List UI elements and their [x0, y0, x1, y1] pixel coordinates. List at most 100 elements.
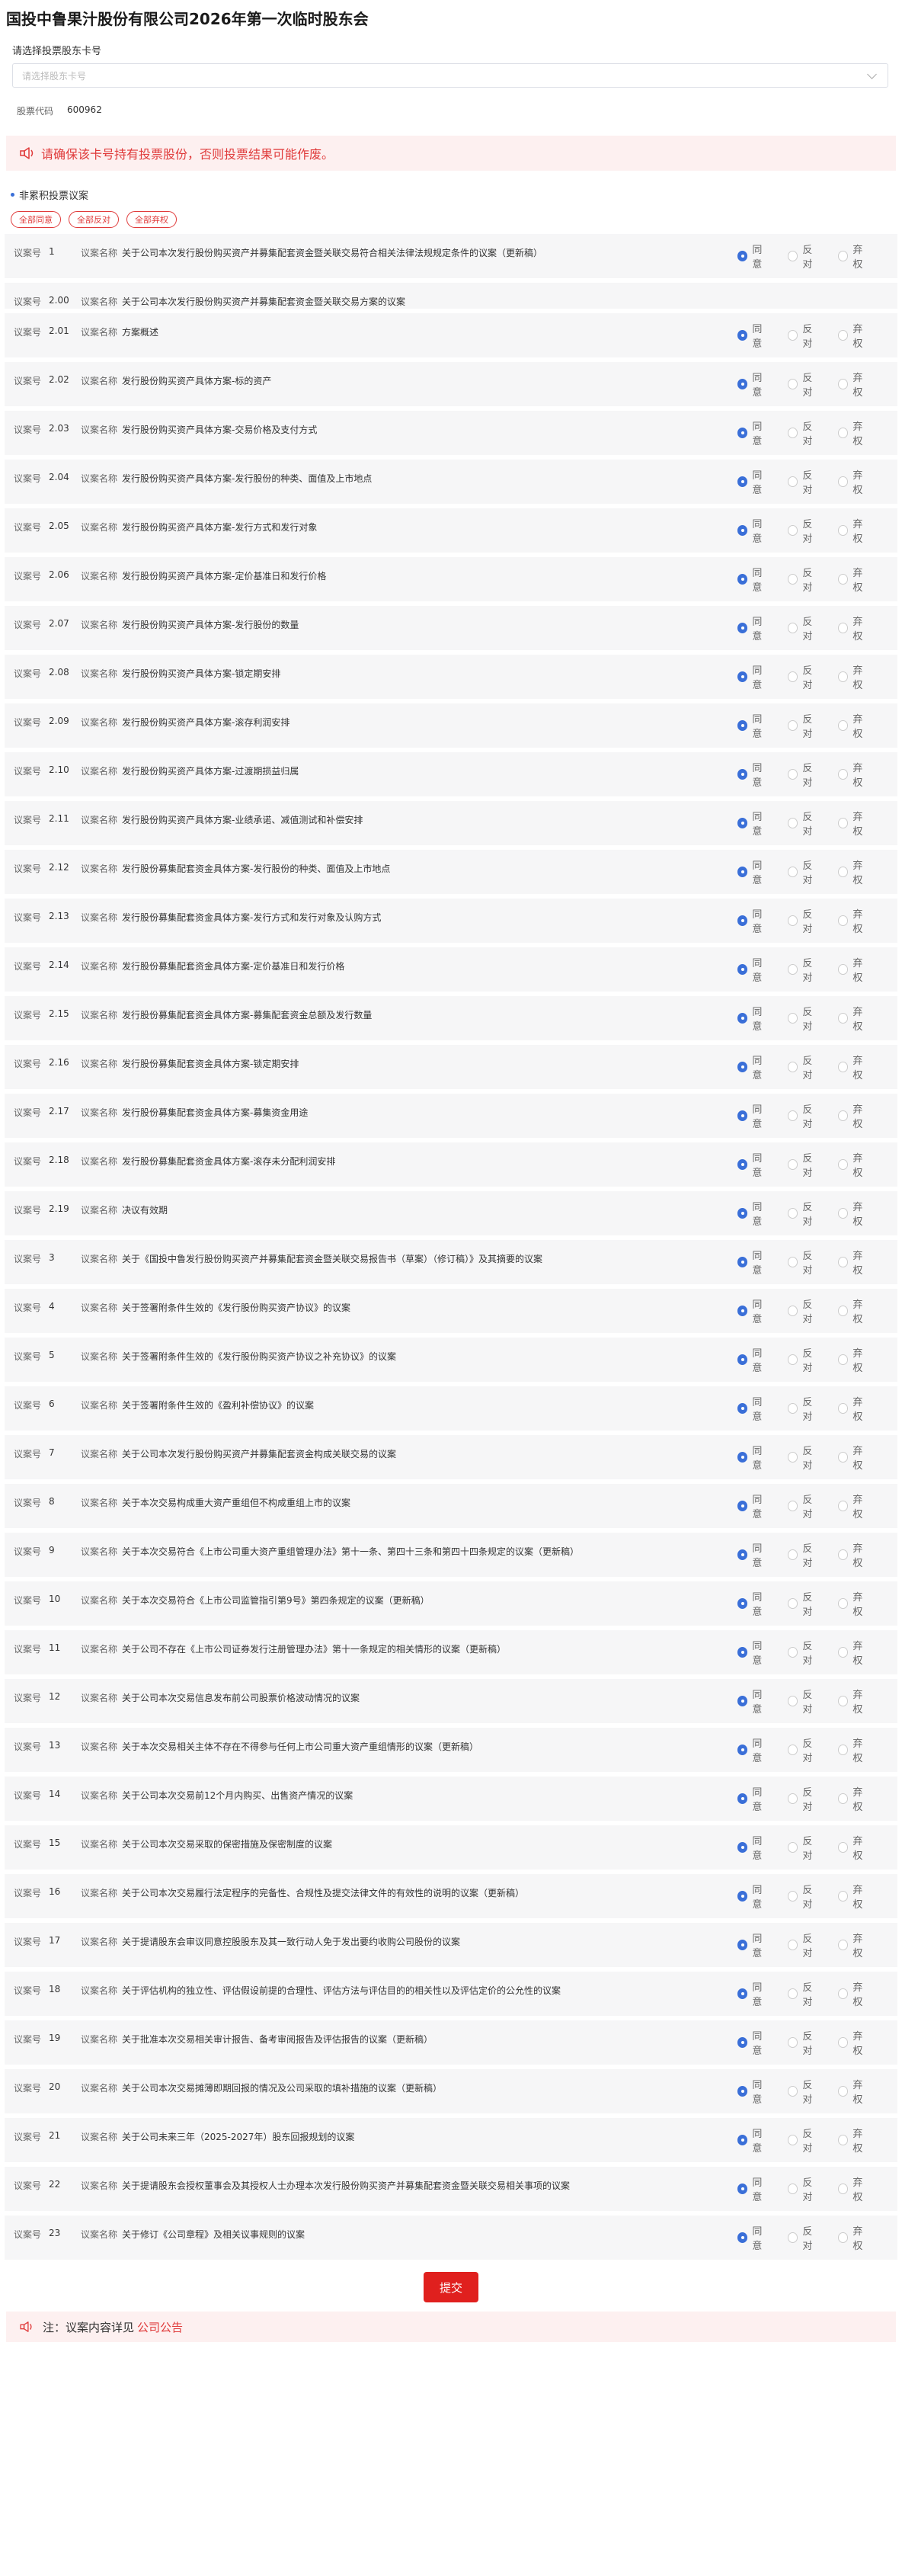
abstain-all-button[interactable]: 全部弃权	[126, 211, 177, 228]
vote-option-oppose[interactable]: 反对	[788, 662, 821, 691]
vote-option-agree[interactable]: 同意	[737, 1784, 771, 1813]
radio-abstain[interactable]	[838, 818, 849, 828]
vote-option-oppose[interactable]: 反对	[788, 2077, 821, 2106]
vote-option-oppose[interactable]: 反对	[788, 906, 821, 935]
vote-option-oppose[interactable]: 反对	[788, 516, 821, 545]
vote-option-agree[interactable]: 同意	[737, 711, 771, 740]
vote-option-abstain[interactable]: 弃权	[838, 2028, 872, 2057]
vote-option-agree[interactable]: 同意	[737, 662, 771, 691]
vote-option-agree[interactable]: 同意	[737, 2174, 771, 2203]
vote-option-oppose[interactable]: 反对	[788, 1053, 821, 1081]
radio-agree[interactable]	[737, 1696, 748, 1706]
radio-oppose[interactable]	[788, 867, 798, 877]
vote-option-agree[interactable]: 同意	[737, 1638, 771, 1667]
vote-option-oppose[interactable]: 反对	[788, 1101, 821, 1130]
vote-option-agree[interactable]: 同意	[737, 809, 771, 838]
radio-oppose[interactable]	[788, 1598, 798, 1609]
vote-option-abstain[interactable]: 弃权	[838, 2174, 872, 2203]
vote-option-agree[interactable]: 同意	[737, 1150, 771, 1179]
vote-option-agree[interactable]: 同意	[737, 242, 771, 271]
vote-option-agree[interactable]: 同意	[737, 1101, 771, 1130]
vote-option-oppose[interactable]: 反对	[788, 2126, 821, 2155]
vote-option-agree[interactable]: 同意	[737, 1491, 771, 1520]
shareholder-card-select[interactable]: 请选择股东卡号	[12, 63, 888, 88]
vote-option-agree[interactable]: 同意	[737, 760, 771, 789]
radio-oppose[interactable]	[788, 1306, 798, 1316]
radio-agree[interactable]	[737, 964, 748, 975]
radio-agree[interactable]	[737, 769, 748, 780]
vote-option-abstain[interactable]: 弃权	[838, 1491, 872, 1520]
radio-oppose[interactable]	[788, 2232, 798, 2243]
vote-option-oppose[interactable]: 反对	[788, 1784, 821, 1813]
radio-oppose[interactable]	[788, 2037, 798, 2048]
vote-option-oppose[interactable]: 反对	[788, 1394, 821, 1423]
vote-option-oppose[interactable]: 反对	[788, 809, 821, 838]
radio-oppose[interactable]	[788, 915, 798, 926]
radio-abstain[interactable]	[838, 1842, 849, 1853]
vote-option-agree[interactable]: 同意	[737, 516, 771, 545]
vote-option-agree[interactable]: 同意	[737, 1199, 771, 1228]
radio-oppose[interactable]	[788, 1501, 798, 1511]
vote-option-oppose[interactable]: 反对	[788, 2174, 821, 2203]
vote-option-oppose[interactable]: 反对	[788, 1150, 821, 1179]
radio-abstain[interactable]	[838, 428, 849, 438]
vote-option-abstain[interactable]: 弃权	[838, 2223, 872, 2252]
vote-option-abstain[interactable]: 弃权	[838, 418, 872, 447]
vote-option-agree[interactable]: 同意	[737, 1687, 771, 1716]
radio-agree[interactable]	[737, 2232, 748, 2243]
vote-option-agree[interactable]: 同意	[737, 1833, 771, 1862]
vote-option-abstain[interactable]: 弃权	[838, 516, 872, 545]
radio-abstain[interactable]	[838, 1062, 849, 1072]
vote-option-abstain[interactable]: 弃权	[838, 1638, 872, 1667]
vote-option-oppose[interactable]: 反对	[788, 1979, 821, 2008]
radio-oppose[interactable]	[788, 1208, 798, 1219]
vote-option-abstain[interactable]: 弃权	[838, 1882, 872, 1911]
vote-option-oppose[interactable]: 反对	[788, 614, 821, 642]
vote-option-abstain[interactable]: 弃权	[838, 1833, 872, 1862]
vote-option-agree[interactable]: 同意	[737, 1443, 771, 1472]
radio-agree[interactable]	[737, 1354, 748, 1365]
vote-option-agree[interactable]: 同意	[737, 1589, 771, 1618]
radio-oppose[interactable]	[788, 1842, 798, 1853]
radio-agree[interactable]	[737, 671, 748, 682]
radio-abstain[interactable]	[838, 1501, 849, 1511]
radio-agree[interactable]	[737, 1549, 748, 1560]
radio-abstain[interactable]	[838, 1110, 849, 1121]
radio-oppose[interactable]	[788, 623, 798, 633]
vote-option-agree[interactable]: 同意	[737, 1004, 771, 1033]
vote-option-agree[interactable]: 同意	[737, 906, 771, 935]
vote-option-oppose[interactable]: 反对	[788, 1735, 821, 1764]
vote-option-agree[interactable]: 同意	[737, 1248, 771, 1277]
radio-oppose[interactable]	[788, 818, 798, 828]
radio-abstain[interactable]	[838, 574, 849, 585]
vote-option-abstain[interactable]: 弃权	[838, 1296, 872, 1325]
radio-abstain[interactable]	[838, 476, 849, 487]
radio-oppose[interactable]	[788, 574, 798, 585]
vote-option-abstain[interactable]: 弃权	[838, 321, 872, 350]
radio-oppose[interactable]	[788, 1354, 798, 1365]
vote-option-abstain[interactable]: 弃权	[838, 614, 872, 642]
radio-agree[interactable]	[737, 1110, 748, 1121]
radio-agree[interactable]	[737, 818, 748, 828]
vote-option-oppose[interactable]: 反对	[788, 1004, 821, 1033]
submit-button[interactable]: 提交	[424, 2272, 478, 2302]
vote-option-abstain[interactable]: 弃权	[838, 467, 872, 496]
vote-option-abstain[interactable]: 弃权	[838, 242, 872, 271]
vote-option-oppose[interactable]: 反对	[788, 2223, 821, 2252]
vote-option-agree[interactable]: 同意	[737, 1345, 771, 1374]
radio-abstain[interactable]	[838, 769, 849, 780]
radio-abstain[interactable]	[838, 2037, 849, 2048]
vote-option-oppose[interactable]: 反对	[788, 321, 821, 350]
radio-abstain[interactable]	[838, 2232, 849, 2243]
vote-option-abstain[interactable]: 弃权	[838, 1150, 872, 1179]
vote-option-agree[interactable]: 同意	[737, 1735, 771, 1764]
radio-agree[interactable]	[737, 1842, 748, 1853]
radio-oppose[interactable]	[788, 1940, 798, 1950]
vote-option-agree[interactable]: 同意	[737, 1540, 771, 1569]
vote-option-abstain[interactable]: 弃权	[838, 1930, 872, 1959]
vote-option-oppose[interactable]: 反对	[788, 1638, 821, 1667]
vote-option-agree[interactable]: 同意	[737, 467, 771, 496]
radio-abstain[interactable]	[838, 2184, 849, 2194]
radio-agree[interactable]	[737, 330, 748, 341]
radio-oppose[interactable]	[788, 671, 798, 682]
